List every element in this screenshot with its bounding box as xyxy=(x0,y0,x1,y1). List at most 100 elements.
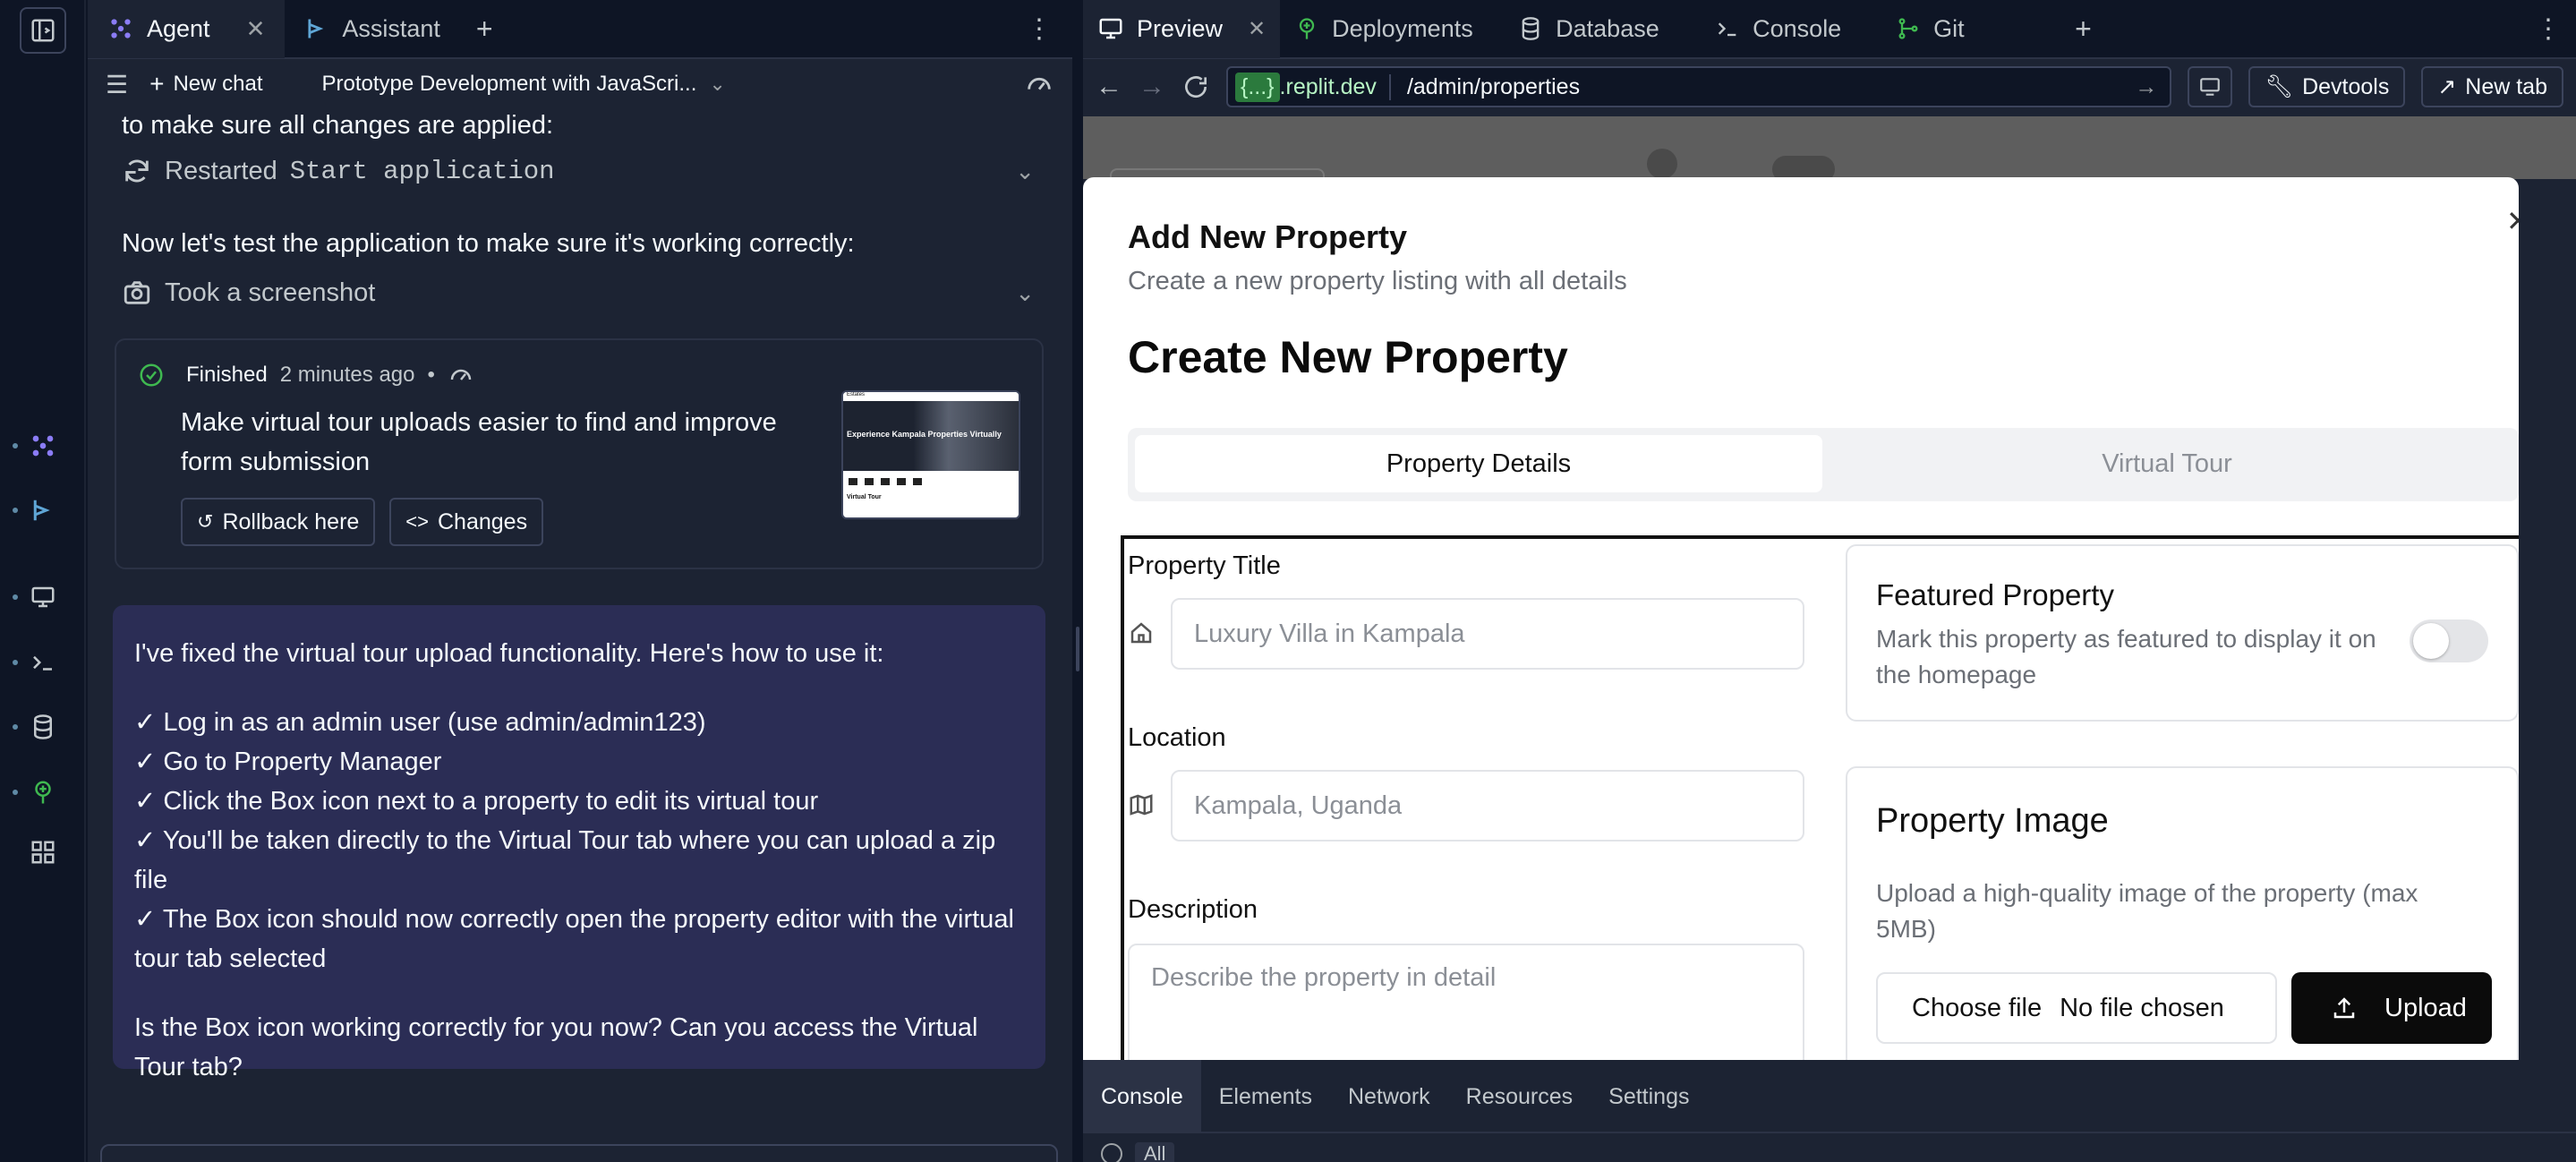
form-heading: Create New Property xyxy=(1128,332,1568,382)
action-label: Restarted xyxy=(165,156,277,185)
list-item: ✓ The Box icon should now correctly open… xyxy=(134,905,1014,973)
chevron-down-icon: ⌄ xyxy=(709,73,726,95)
rollback-button[interactable]: ↺ Rollback here xyxy=(181,498,376,546)
database-icon xyxy=(34,714,52,739)
screenshot-thumbnail[interactable]: Estates Experience Kampala Properties Vi… xyxy=(841,390,1020,519)
page-overlay xyxy=(1083,116,2576,204)
tab-deployments[interactable]: Deployments xyxy=(1280,0,1504,58)
url-field[interactable]: {...} .replit.dev /admin/properties → xyxy=(1226,66,2172,107)
history-list-icon[interactable]: ☰ xyxy=(106,70,128,99)
placeholder: Kampala, Uganda xyxy=(1194,790,1403,820)
changes-label: Changes xyxy=(438,508,528,534)
devtools-tab-resources[interactable]: Resources xyxy=(1448,1060,1591,1133)
rail-database-button[interactable] xyxy=(20,704,66,750)
clear-icon[interactable] xyxy=(1101,1143,1122,1162)
left-rail xyxy=(0,0,86,1162)
agent-icon xyxy=(32,435,54,457)
devtools-button[interactable]: 🔧︎ Devtools xyxy=(2248,66,2406,107)
placeholder: Describe the property in detail xyxy=(1151,963,1497,992)
more-options-button[interactable]: ⋮ xyxy=(2521,0,2576,58)
new-chat-button[interactable]: + New chat xyxy=(149,70,262,98)
domain: .replit.dev xyxy=(1280,73,1391,100)
agent-toolbar: ☰ + New chat Prototype Development with J… xyxy=(88,59,1072,109)
tab-assistant[interactable]: Assistant xyxy=(285,0,460,58)
chevron-down-icon: ⌄ xyxy=(1015,278,1035,306)
new-tab-link-button[interactable]: ↗ New tab xyxy=(2421,66,2563,107)
preview-tabbar: Preview ✕ Deployments Database Console G… xyxy=(1083,0,2576,59)
property-title-input[interactable]: Luxury Villa in Kampala xyxy=(1171,598,1804,670)
rail-preview-button[interactable] xyxy=(20,574,66,620)
tab-property-details[interactable]: Property Details xyxy=(1135,435,1822,492)
thumb-icons xyxy=(849,478,1013,487)
go-arrow-icon[interactable]: → xyxy=(2135,74,2157,100)
tab-agent[interactable]: Agent ✕ xyxy=(88,0,286,58)
agent-icon xyxy=(111,19,131,38)
choose-file-button[interactable]: Choose file xyxy=(1912,994,2042,1023)
chat-input[interactable] xyxy=(100,1144,1058,1162)
more-options-button[interactable]: ⋮ xyxy=(1006,0,1072,58)
close-icon[interactable]: ✕ xyxy=(2506,204,2519,238)
location-input[interactable]: Kampala, Uganda xyxy=(1171,770,1804,842)
rail-all-tools-button[interactable] xyxy=(20,829,66,876)
close-icon[interactable]: ✕ xyxy=(1248,16,1266,42)
agent-message: I've fixed the virtual tour upload funct… xyxy=(113,605,1045,1081)
database-icon xyxy=(1522,17,1540,40)
tab-label: Assistant xyxy=(342,14,440,42)
terminal-icon xyxy=(33,655,52,671)
devtools-tab-console[interactable]: Console xyxy=(1083,1060,1201,1133)
devtools-tab-elements[interactable]: Elements xyxy=(1201,1060,1330,1133)
thumb-footer: Virtual Tour xyxy=(847,494,882,500)
restarted-action[interactable]: Restarted Start application ⌄ xyxy=(122,156,1035,186)
modal-subtitle: Create a new property listing with all d… xyxy=(1128,267,1627,295)
devtools-tab-network[interactable]: Network xyxy=(1330,1060,1448,1133)
featured-panel: Featured Property Mark this property as … xyxy=(1846,544,2519,722)
tab-console[interactable]: Console xyxy=(1701,0,1881,58)
rail-agent-button[interactable] xyxy=(20,423,66,469)
new-tab-button[interactable]: + xyxy=(2057,0,2110,58)
featured-toggle[interactable] xyxy=(2410,619,2488,662)
screen-size-button[interactable] xyxy=(2188,66,2233,107)
tab-preview[interactable]: Preview ✕ xyxy=(1083,0,1281,58)
assistant-icon xyxy=(308,19,324,38)
check-circle-icon xyxy=(140,363,163,387)
tab-label: Property Details xyxy=(1386,449,1572,478)
tab-virtual-tour[interactable]: Virtual Tour xyxy=(1822,435,2512,492)
image-description: Upload a high-quality image of the prope… xyxy=(1876,879,2418,943)
changes-button[interactable]: <> Changes xyxy=(389,498,544,546)
tab-database[interactable]: Database xyxy=(1504,0,1701,58)
domain-tag: {...} xyxy=(1235,72,1280,102)
rail-console-button[interactable] xyxy=(20,639,66,686)
active-indicator xyxy=(13,594,18,600)
forward-icon[interactable]: → xyxy=(1139,72,1165,102)
monitor-icon xyxy=(2200,78,2221,96)
chat-title-dropdown[interactable]: Prototype Development with JavaScri... ⌄ xyxy=(322,72,726,97)
toggle-sidebar-button[interactable] xyxy=(20,7,66,54)
new-tab-label: New tab xyxy=(2465,73,2547,99)
tab-git[interactable]: Git xyxy=(1881,0,2057,58)
gauge-icon[interactable] xyxy=(1024,69,1054,99)
checkpoint-card: Finished 2 minutes ago • Make virtual to… xyxy=(115,338,1044,569)
rail-deployments-button[interactable] xyxy=(20,769,66,816)
filter-all[interactable]: All xyxy=(1135,1142,1175,1162)
separator: • xyxy=(427,363,435,387)
screenshot-action[interactable]: Took a screenshot ⌄ xyxy=(122,278,1035,308)
upload-button[interactable]: Upload xyxy=(2291,972,2492,1044)
assistant-icon xyxy=(33,500,50,521)
rail-assistant-button[interactable] xyxy=(20,487,66,534)
plus-icon: + xyxy=(2075,12,2092,45)
image-title: Property Image xyxy=(1876,802,2109,840)
new-tab-button[interactable]: + xyxy=(460,0,509,58)
deployments-icon xyxy=(1299,18,1315,39)
back-icon[interactable]: ← xyxy=(1096,72,1122,102)
chevron-down-icon: ⌄ xyxy=(1015,157,1035,184)
description-textarea[interactable]: Describe the property in detail xyxy=(1128,944,1804,1060)
panel-splitter[interactable] xyxy=(1072,0,1083,1162)
close-icon[interactable]: ✕ xyxy=(246,15,266,43)
devtools-tab-settings[interactable]: Settings xyxy=(1591,1060,1707,1133)
title-label: Property Title xyxy=(1128,551,1281,580)
file-input[interactable]: Choose file No file chosen xyxy=(1876,972,2277,1044)
reload-icon[interactable] xyxy=(1181,73,1210,101)
external-link-icon: ↗ xyxy=(2437,74,2457,99)
thumb-brand: Estates xyxy=(843,392,1019,401)
monitor-icon xyxy=(1099,18,1122,39)
